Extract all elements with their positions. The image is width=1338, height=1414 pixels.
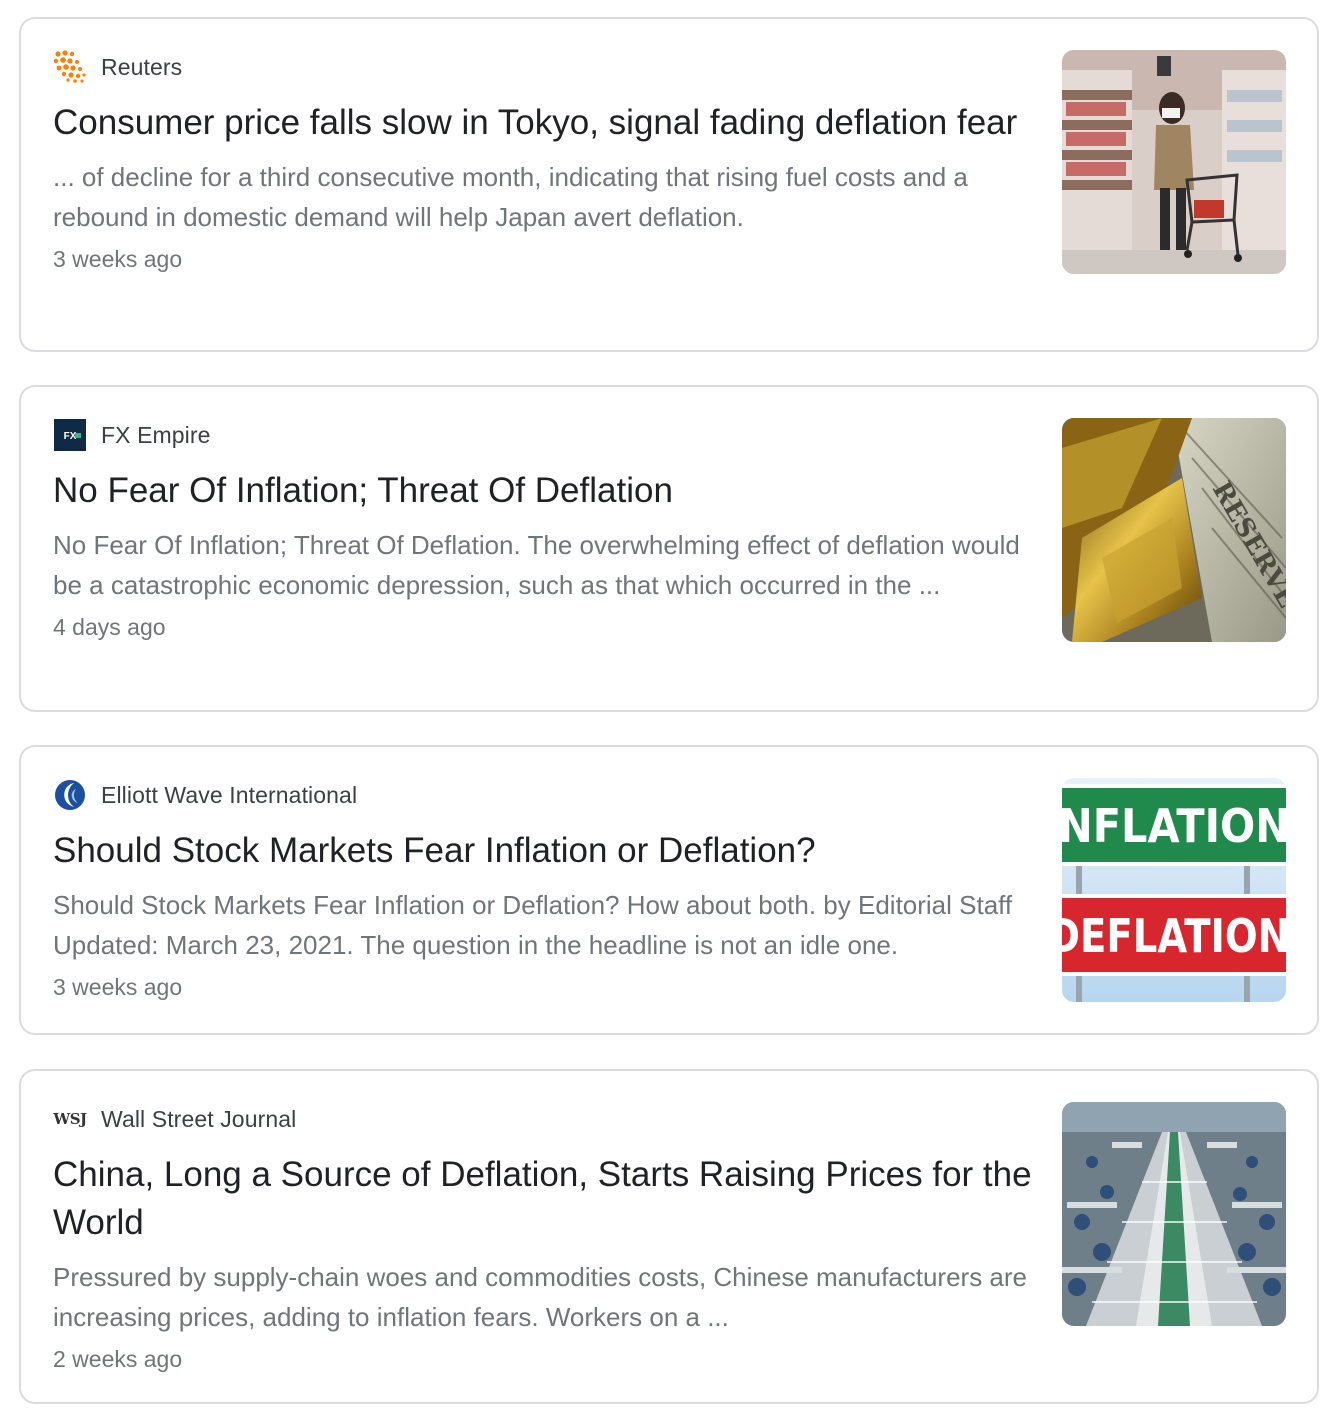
gold-bar-and-dollar-image[interactable]: RESERVE (1062, 418, 1286, 642)
news-card-body: Elliott Wave International Should Stock … (53, 777, 1033, 1005)
source-name: Reuters (101, 53, 183, 80)
news-snippet: Should Stock Markets Fear Inflation or D… (53, 890, 1013, 960)
source-name: Elliott Wave International (101, 781, 358, 808)
wsj-icon-text: WSJ (53, 1110, 87, 1128)
svg-text:FX: FX (64, 431, 77, 442)
news-source: WSJ Wall Street Journal (53, 1101, 1033, 1137)
news-snippet: ... of decline for a third consecutive m… (53, 162, 968, 232)
news-source: Reuters (53, 49, 1033, 85)
news-card[interactable]: Reuters Consumer price falls slow in Tok… (19, 17, 1319, 352)
supermarket-shopper-image[interactable] (1062, 50, 1286, 274)
fx-empire-icon: FX (53, 418, 87, 452)
factory-assembly-line-image[interactable] (1062, 1102, 1286, 1326)
news-source: FX FX Empire (53, 417, 1033, 453)
deflation-sign-text: DEFLATION (1062, 909, 1286, 963)
wsj-icon: WSJ (53, 1102, 87, 1136)
reuters-icon (53, 50, 87, 84)
news-snippet: No Fear Of Inflation; Threat Of Deflatio… (53, 530, 1020, 600)
news-headline[interactable]: No Fear Of Inflation; Threat Of Deflatio… (53, 467, 1033, 515)
news-card-body: WSJ Wall Street Journal China, Long a So… (53, 1101, 1033, 1377)
news-card[interactable]: Elliott Wave International Should Stock … (19, 745, 1319, 1035)
news-card[interactable]: WSJ Wall Street Journal China, Long a So… (19, 1069, 1319, 1404)
news-source: Elliott Wave International (53, 777, 1033, 813)
source-name: Wall Street Journal (101, 1105, 297, 1132)
news-headline[interactable]: Should Stock Markets Fear Inflation or D… (53, 827, 1033, 875)
news-headline[interactable]: China, Long a Source of Deflation, Start… (53, 1151, 1033, 1247)
source-name: FX Empire (101, 421, 211, 448)
news-timestamp: 3 weeks ago (53, 246, 183, 272)
inflation-deflation-signs-image[interactable]: NFLATION DEFLATION (1062, 778, 1286, 1002)
news-timestamp: 3 weeks ago (53, 974, 183, 1000)
inflation-sign-text: NFLATION (1062, 799, 1286, 853)
news-card[interactable]: FX FX Empire No Fear Of Inflation; Threa… (19, 385, 1319, 712)
news-card-body: FX FX Empire No Fear Of Inflation; Threa… (53, 417, 1033, 645)
news-headline[interactable]: Consumer price falls slow in Tokyo, sign… (53, 99, 1033, 147)
news-snippet: Pressured by supply-chain woes and commo… (53, 1262, 1028, 1332)
news-card-body: Reuters Consumer price falls slow in Tok… (53, 49, 1033, 277)
elliott-wave-icon (53, 778, 87, 812)
news-timestamp: 4 days ago (53, 614, 166, 640)
news-timestamp: 2 weeks ago (53, 1346, 183, 1372)
